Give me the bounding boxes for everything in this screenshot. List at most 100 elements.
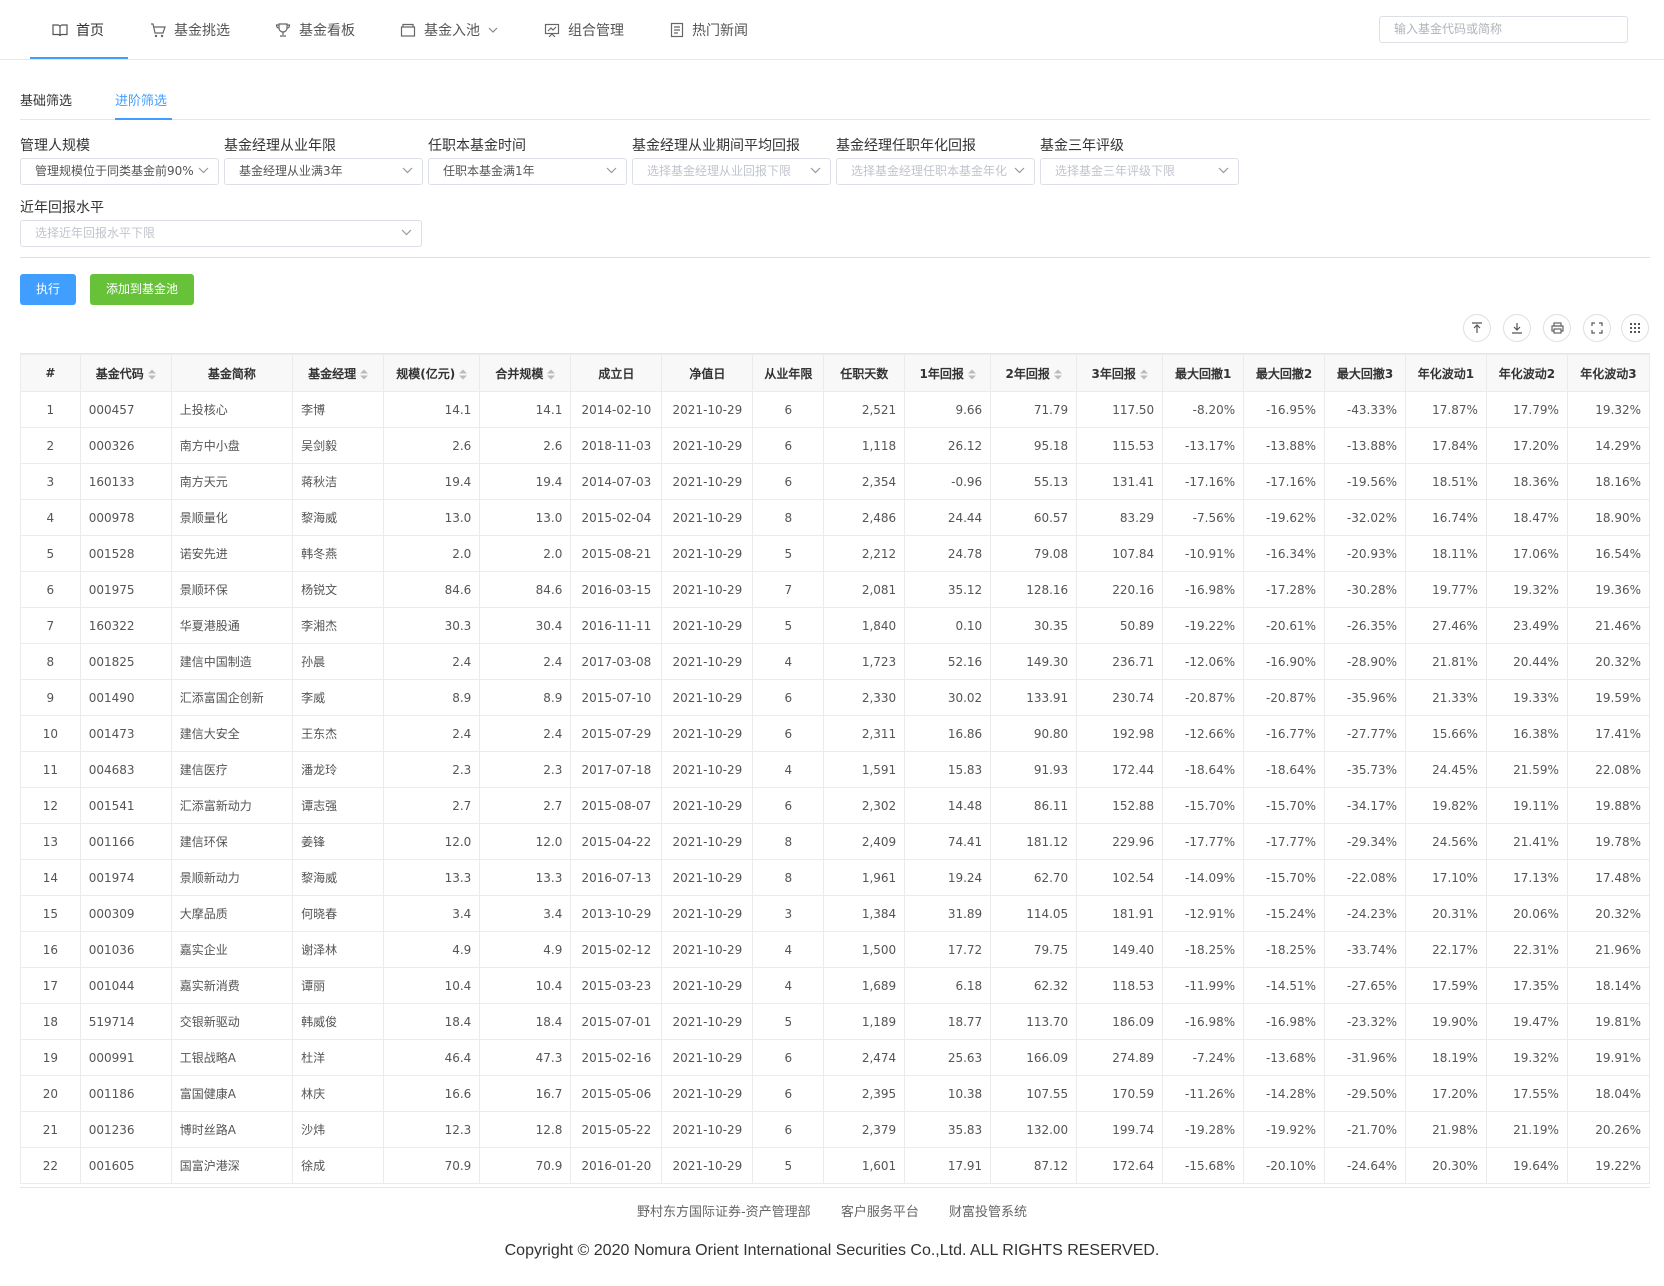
column-header[interactable]: 规模(亿元) (383, 354, 481, 392)
table-row[interactable]: 21 001236 博时丝路A 沙炜 12.3 12.8 2015-05-22 2021-10… (20, 1111, 1650, 1148)
sort-icon[interactable] (547, 369, 556, 380)
table-row[interactable]: 22 001605 国富沪港深 徐成 70.9 70.9 2016-01-20 2021-10… (20, 1147, 1650, 1184)
table-cell: 华夏港股通 (170, 607, 294, 644)
footer-link-wealth-system[interactable]: 财富投管系统 (949, 1205, 1027, 1220)
table-row[interactable]: 17 001044 嘉实新消费 谭丽 10.4 10.4 2015-03-23 2021-10… (20, 967, 1650, 1004)
search-input[interactable]: 输入基金代码或简称 (1379, 16, 1628, 43)
sort-icon[interactable] (360, 369, 369, 380)
rating-select[interactable]: 选择基金三年评级下限 (1040, 158, 1239, 185)
table-row[interactable]: 15 000309 大摩品质 何晓春 3.4 3.4 2013-10-29 2021-10-2… (20, 895, 1650, 932)
table-cell: 7 (20, 607, 81, 644)
table-cell: 001975 (79, 571, 172, 608)
table-cell: 建信中国制造 (170, 643, 294, 680)
table-cell: 黎海威 (292, 499, 385, 536)
table-row[interactable]: 1 000457 上投核心 李博 14.1 14.1 2014-02-10 2021-10-2… (20, 391, 1650, 428)
column-header[interactable]: 合并规模 (479, 354, 572, 392)
sort-icon[interactable] (1139, 369, 1148, 380)
add-to-pool-button[interactable]: 添加到基金池 (90, 274, 194, 305)
manager-years-value: 基金经理从业满3年 (239, 164, 343, 178)
column-header: 任职天数 (823, 354, 906, 392)
download-button[interactable] (1503, 314, 1531, 342)
table-row[interactable]: 20 001186 富国健康A 林庆 16.6 16.7 2015-05-06 2021-10… (20, 1075, 1650, 1112)
manager-scale-select[interactable]: 管理规模位于同类基金前90% (20, 158, 219, 185)
column-header[interactable]: 基金经理 (292, 354, 385, 392)
sort-icon[interactable] (147, 369, 156, 380)
nav-fund-board[interactable]: 基金看板 (275, 0, 355, 60)
table-cell: 12.0 (479, 823, 572, 860)
table-cell: 5 (20, 535, 81, 572)
table-cell: 2,395 (823, 1075, 906, 1112)
table-cell: -43.33% (1324, 391, 1406, 428)
sort-icon[interactable] (459, 369, 468, 380)
scroll-top-button[interactable] (1463, 314, 1491, 342)
table-row[interactable]: 3 160133 南方天元 蒋秋洁 19.4 19.4 2014-07-03 2021-10-… (20, 463, 1650, 500)
table-cell: 12 (20, 787, 81, 824)
table-row[interactable]: 18 519714 交银新驱动 韩威俊 18.4 18.4 2015-07-01 2021-1… (20, 1003, 1650, 1040)
column-header[interactable]: 3年回报 (1076, 354, 1164, 392)
table-cell: 1 (20, 391, 81, 428)
table-cell: 2021-10-29 (661, 463, 754, 500)
table-cell: 62.70 (990, 859, 1078, 896)
table-row[interactable]: 13 001166 建信环保 姜锋 12.0 12.0 2015-04-22 2021-10-… (20, 823, 1650, 860)
run-button[interactable]: 执行 (20, 274, 76, 305)
table-cell: 79.08 (990, 535, 1078, 572)
column-header-label: 从业年限 (764, 366, 813, 381)
table-cell: 2021-10-29 (661, 1147, 754, 1184)
tab-advanced-filter[interactable]: 进阶筛选 (115, 90, 167, 109)
columns-button[interactable] (1621, 314, 1649, 342)
table-row[interactable]: 4 000978 景顺量化 黎海威 13.0 13.0 2015-02-04 2021-10-… (20, 499, 1650, 536)
table-cell: -7.56% (1162, 499, 1245, 536)
nav-portfolio[interactable]: 组合管理 (544, 0, 624, 60)
column-header[interactable]: 2年回报 (990, 354, 1078, 392)
table-row[interactable]: 10 001473 建信大安全 王东杰 2.4 2.4 2015-07-29 2021-10-… (20, 715, 1650, 752)
annual-return-select[interactable]: 选择基金经理任职本基金年化 (836, 158, 1035, 185)
table-row[interactable]: 16 001036 嘉实企业 谢泽林 4.9 4.9 2015-02-12 2021-10-2… (20, 931, 1650, 968)
table-cell: 9 (20, 679, 81, 716)
footer-link-asset-mgmt[interactable]: 野村东方国际证券-资产管理部 (637, 1205, 811, 1220)
sort-icon[interactable] (967, 369, 976, 380)
column-header[interactable]: 基金代码 (79, 354, 172, 392)
table-row[interactable]: 2 000326 南方中小盘 吴剑毅 2.6 2.6 2018-11-03 2021-10-2… (20, 427, 1650, 464)
table-cell: 4 (752, 931, 825, 968)
table-cell: 何晓春 (292, 895, 385, 932)
footer-link-customer-service[interactable]: 客户服务平台 (841, 1205, 919, 1220)
table-row[interactable]: 9 001490 汇添富国企创新 李威 8.9 8.9 2015-07-10 2021-10-… (20, 679, 1650, 716)
table-row[interactable]: 19 000991 工银战略A 杜洋 46.4 47.3 2015-02-16 2021-10… (20, 1039, 1650, 1076)
print-button[interactable] (1543, 314, 1571, 342)
cart-icon (151, 22, 166, 37)
table-cell: 3.4 (479, 895, 572, 932)
manager-years-select[interactable]: 基金经理从业满3年 (224, 158, 423, 185)
table-row[interactable]: 8 001825 建信中国制造 孙晨 2.4 2.4 2017-03-08 2021-10-2… (20, 643, 1650, 680)
table-cell: 149.30 (990, 643, 1078, 680)
table-cell: 001236 (79, 1111, 172, 1148)
tab-basic-filter[interactable]: 基础筛选 (20, 90, 72, 109)
table-row[interactable]: 14 001974 景顺新动力 黎海威 13.3 13.3 2016-07-13 2021-1… (20, 859, 1650, 896)
table-row[interactable]: 12 001541 汇添富新动力 谭志强 2.7 2.7 2015-08-07 2021-10… (20, 787, 1650, 824)
table-cell: 2,354 (823, 463, 906, 500)
table-cell: 84.6 (479, 571, 572, 608)
table-cell: 6 (752, 1039, 825, 1076)
nav-news[interactable]: 热门新闻 (670, 0, 748, 60)
table-cell: 韩冬燕 (292, 535, 385, 572)
nav-home[interactable]: 首页 (52, 0, 104, 60)
table-row[interactable]: 6 001975 景顺环保 杨锐文 84.6 84.6 2016-03-15 2021-10-… (20, 571, 1650, 608)
nav-fund-pool[interactable]: 基金入池 (400, 0, 498, 60)
sort-icon[interactable] (1053, 369, 1062, 380)
table-cell: 18.47% (1485, 499, 1568, 536)
tenure-select[interactable]: 任职本基金满1年 (428, 158, 627, 185)
table-row[interactable]: 11 004683 建信医疗 潘龙玲 2.3 2.3 2017-07-18 2021-10-2… (20, 751, 1650, 788)
table-cell: 6 (752, 391, 825, 428)
table-cell: 2021-10-29 (661, 931, 754, 968)
table-cell: 1,961 (823, 859, 906, 896)
table-cell: 2016-01-20 (570, 1147, 663, 1184)
table-cell: 60.57 (990, 499, 1078, 536)
table-cell: 景顺量化 (170, 499, 294, 536)
avg-return-select[interactable]: 选择基金经理从业回报下限 (632, 158, 831, 185)
column-header[interactable]: 1年回报 (904, 354, 992, 392)
nav-fund-select[interactable]: 基金挑选 (150, 0, 230, 60)
fullscreen-button[interactable] (1583, 314, 1611, 342)
recent-return-select[interactable]: 选择近年回报水平下限 (20, 220, 422, 247)
table-row[interactable]: 5 001528 诺安先进 韩冬燕 2.0 2.0 2015-08-21 2021-10-29… (20, 535, 1650, 572)
table-row[interactable]: 7 160322 华夏港股通 李湘杰 30.3 30.4 2016-11-11 2021-10… (20, 607, 1650, 644)
table-cell: 22.08% (1566, 751, 1650, 788)
